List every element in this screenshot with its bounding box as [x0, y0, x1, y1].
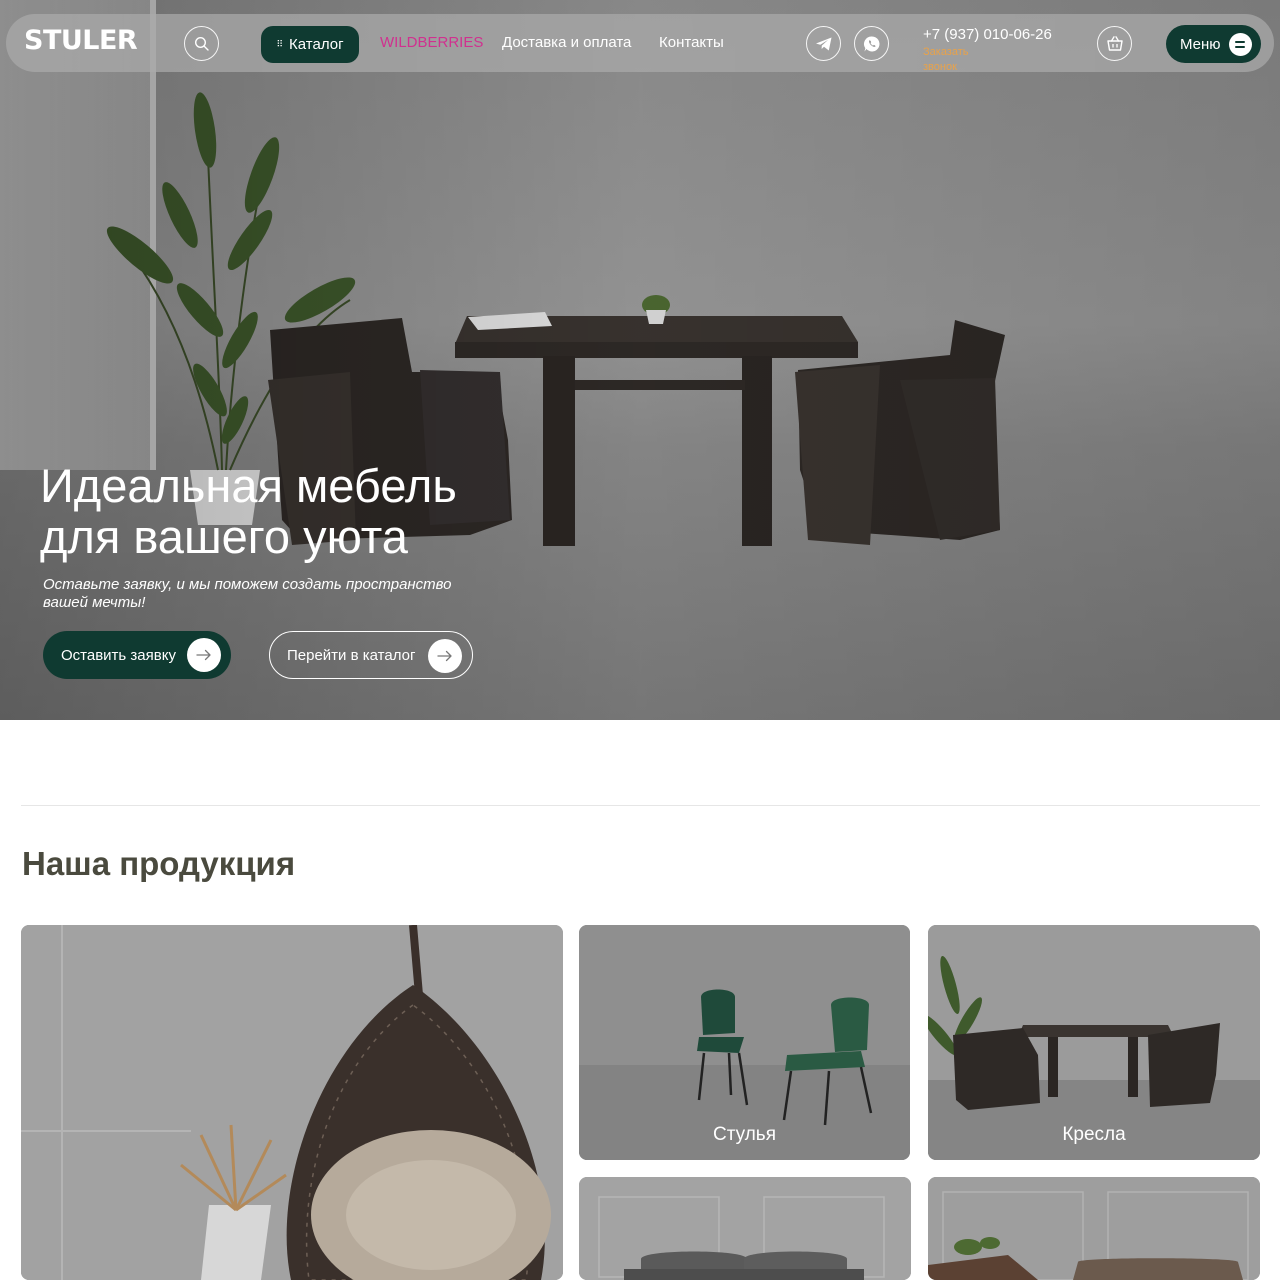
hero-overlay	[0, 0, 1280, 720]
search-icon	[194, 36, 209, 51]
telegram-icon	[815, 37, 831, 50]
hero-title-line1: Идеальная мебель	[40, 459, 457, 512]
nav-delivery[interactable]: Доставка и оплата	[502, 34, 631, 51]
catalog-button-label: Каталог	[289, 36, 344, 53]
hero-banner	[0, 0, 1280, 720]
product-card-armchairs[interactable]: Кресла	[928, 925, 1260, 1160]
furniture-set-image	[928, 1177, 1260, 1280]
cart-button[interactable]	[1097, 26, 1132, 61]
site-logo[interactable]: STULER	[24, 25, 138, 56]
whatsapp-button[interactable]	[854, 26, 889, 61]
catalog-button[interactable]: ⠿ Каталог	[261, 26, 359, 63]
catalog-dots-icon: ⠿	[276, 39, 283, 49]
phone-number[interactable]: +7 (937) 010-06-26	[923, 26, 1052, 43]
products-title: Наша продукция	[22, 845, 296, 882]
section-divider	[21, 805, 1260, 806]
basket-icon	[1106, 36, 1123, 51]
hero-subtitle: Оставьте заявку, и мы поможем создать пр…	[43, 576, 452, 611]
hero-title-line2: для вашего уюта	[40, 510, 408, 563]
burger-icon	[1228, 32, 1252, 56]
menu-button-label: Меню	[1180, 35, 1221, 53]
whatsapp-icon	[863, 35, 879, 51]
request-button-label: Оставить заявку	[61, 646, 176, 664]
swing-chair-image	[21, 925, 563, 1280]
go-to-catalog-button[interactable]: Перейти в каталог	[269, 631, 473, 679]
arrow-right-icon	[428, 639, 462, 673]
hero-title: Идеальная мебель для вашего уюта	[40, 460, 457, 562]
product-card-set[interactable]	[928, 1177, 1260, 1280]
product-card-label: Стулья	[713, 1124, 776, 1145]
product-card-sofa[interactable]	[579, 1177, 911, 1280]
nav-wildberries[interactable]: WILDBERRIES	[380, 34, 483, 51]
arrow-right-icon	[187, 638, 221, 672]
product-card-label: Кресла	[1062, 1124, 1126, 1145]
request-button[interactable]: Оставить заявку	[43, 631, 231, 679]
callback-link[interactable]: Заказать звонок	[923, 45, 993, 75]
nav-contacts[interactable]: Контакты	[659, 34, 724, 51]
telegram-button[interactable]	[806, 26, 841, 61]
product-card-swing[interactable]	[21, 925, 563, 1280]
go-to-catalog-label: Перейти в каталог	[287, 646, 416, 664]
sofa-image	[579, 1177, 911, 1280]
product-card-chairs[interactable]: Стулья	[579, 925, 910, 1160]
menu-button[interactable]: Меню	[1166, 25, 1261, 63]
search-button[interactable]	[184, 26, 219, 61]
